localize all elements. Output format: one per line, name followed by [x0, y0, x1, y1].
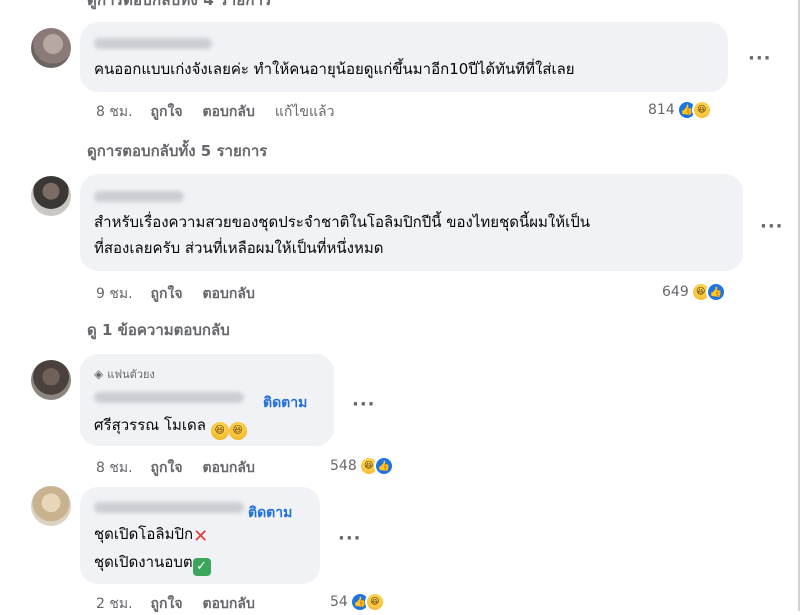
view-replies-link[interactable]: ดูการตอบกลับทั้ง 5 รายการ: [87, 139, 267, 163]
like-button[interactable]: ถูกใจ: [151, 593, 183, 615]
more-options-button[interactable]: ···: [352, 396, 376, 414]
follow-button[interactable]: ติดตาม: [248, 502, 292, 524]
reply-button[interactable]: ตอบกลับ: [203, 593, 255, 615]
top-fan-badge: ◈ แฟนตัวยง: [94, 367, 155, 381]
like-icon: 👍: [705, 282, 726, 302]
comment-time[interactable]: 2 ชม.: [96, 593, 133, 615]
comment-bubble: ◈ แฟนตัวยง ติดตาม ศรีสุวรรณ โมเดล 😆 😆: [80, 354, 334, 446]
comment-text: ศรีสุวรรณ โมเดล 😆 😆: [94, 412, 247, 440]
reaction-count: 54: [330, 594, 348, 610]
comment-actions: 8 ชม. ถูกใจ ตอบกลับ แก้ไขแล้ว: [96, 101, 352, 123]
check-mark-icon: ✓: [192, 558, 211, 576]
more-options-button[interactable]: ···: [338, 530, 362, 548]
comment-bubble: คนออกแบบเก่งจังเลยค่ะ ทำให้คนอายุน้อยดูแ…: [80, 22, 728, 92]
commenter-name[interactable]: [94, 502, 244, 513]
avatar[interactable]: [31, 486, 71, 526]
comment-actions: 8 ชม. ถูกใจ ตอบกลับ: [96, 457, 275, 479]
follow-button[interactable]: ติดตาม: [263, 392, 307, 414]
commenter-name[interactable]: [94, 38, 212, 49]
like-button[interactable]: ถูกใจ: [151, 457, 183, 479]
comment-time[interactable]: 8 ชม.: [96, 101, 133, 123]
more-options-button[interactable]: ···: [760, 218, 784, 236]
like-button[interactable]: ถูกใจ: [151, 283, 183, 305]
comment-text-line-1: สำหรับเรื่องความสวยของชุดประจำชาติในโอลิ…: [94, 213, 591, 231]
avatar[interactable]: [31, 360, 71, 400]
comment-text-line-1: ชุดเปิดโอลิมปิก✕: [94, 525, 209, 547]
reaction-summary[interactable]: 548 😆 👍: [330, 456, 394, 476]
reaction-count: 548: [330, 458, 357, 474]
avatar[interactable]: [31, 28, 71, 68]
reply-button[interactable]: ตอบกลับ: [203, 101, 255, 123]
edited-label: แก้ไขแล้ว: [274, 104, 335, 120]
comment-bubble: สำหรับเรื่องความสวยของชุดประจำชาติในโอลิ…: [80, 174, 743, 271]
comment-text: คนออกแบบเก่งจังเลยค่ะ ทำให้คนอายุน้อยดูแ…: [94, 60, 575, 78]
comment-bubble: ติดตาม ชุดเปิดโอลิมปิก✕ ชุดเปิดงานอบต ✓: [80, 487, 320, 584]
comment-text-line-2: ชุดเปิดงานอบต ✓: [94, 549, 211, 576]
like-button[interactable]: ถูกใจ: [151, 101, 183, 123]
view-replies-link-top[interactable]: ดูการตอบกลับทั้ง 4 รายการ: [87, 0, 272, 12]
comment-actions: 9 ชม. ถูกใจ ตอบกลับ: [96, 283, 275, 305]
diamond-icon: ◈: [94, 367, 104, 381]
reaction-summary[interactable]: 54 👍 😆: [330, 592, 385, 612]
comment-time[interactable]: 8 ชม.: [96, 457, 133, 479]
comment-text-line-2: ที่สองเลยครับ ส่วนที่เหลือผมให้เป็นที่หน…: [94, 239, 384, 257]
reaction-count: 649: [662, 284, 689, 300]
haha-icon: 😆: [364, 592, 385, 612]
reaction-summary[interactable]: 814 👍 😆: [648, 100, 712, 120]
comment-time[interactable]: 9 ชม.: [96, 283, 133, 305]
haha-icon: 😆: [691, 100, 712, 120]
rofl-emoji-icon: 😆: [228, 422, 247, 440]
reply-button[interactable]: ตอบกลับ: [203, 457, 255, 479]
like-icon: 👍: [373, 456, 394, 476]
commenter-name[interactable]: [94, 191, 184, 202]
comment-actions: 2 ชม. ถูกใจ ตอบกลับ: [96, 593, 275, 615]
reply-button[interactable]: ตอบกลับ: [203, 283, 255, 305]
rofl-emoji-icon: 😆: [210, 422, 229, 440]
cross-mark-icon: ✕: [193, 526, 209, 547]
more-options-button[interactable]: ···: [748, 50, 772, 68]
reaction-count: 814: [648, 102, 675, 118]
avatar[interactable]: [31, 176, 71, 216]
view-replies-link[interactable]: ดู 1 ข้อความตอบกลับ: [87, 318, 230, 342]
commenter-name[interactable]: [94, 392, 244, 403]
reaction-summary[interactable]: 649 😆 👍: [662, 282, 726, 302]
